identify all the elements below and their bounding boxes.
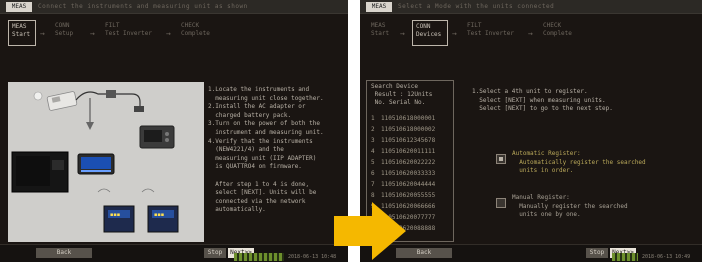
top-bar: MEAS Select a Mode with the units connec… [360, 0, 702, 14]
status-clock: 2018-06-13 10:49 [642, 254, 691, 260]
stop-button[interactable]: Stop [204, 248, 226, 258]
device-list-header: Search Device Result : 12Units No. Seria… [371, 83, 433, 106]
manual-register-checkbox[interactable] [496, 198, 506, 208]
step-devices: CONN Devices [412, 20, 448, 46]
step-setup: CONN Setup [55, 22, 74, 37]
connection-diagram-icon: ▪▪▪ ▪▪▪ [8, 82, 204, 242]
plug-icon [106, 90, 116, 98]
list-item[interactable]: 6 110510620033333 [371, 168, 449, 179]
top-bar: MEAS Connect the instruments and measuri… [0, 0, 348, 14]
list-item[interactable]: 2 110510618000002 [371, 124, 449, 135]
step-arrow-icon: → [528, 29, 533, 38]
blue-device-icon [77, 153, 115, 175]
status-clock: 2018-06-13 10:48 [288, 254, 337, 260]
automatic-register-label: Automatic Register: Automatically regist… [512, 150, 646, 175]
step-complete: CHECK Complete [543, 22, 572, 37]
step-arrow-icon: → [452, 29, 457, 38]
step-arrow-icon: → [40, 29, 45, 38]
title-tab[interactable]: MEAS [366, 2, 392, 12]
step-start: MEAS Start [8, 20, 36, 46]
register-instructions: 1.Select a 4th unit to register. Select … [472, 88, 613, 113]
header-message: Connect the instruments and measuring un… [38, 3, 248, 10]
step-arrow-icon: → [166, 29, 171, 38]
tablet-icon [11, 151, 69, 193]
step-start: MEAS Start [371, 22, 390, 37]
step-arrow-icon: → [90, 29, 95, 38]
setup-instructions: 1.Locate the instruments and measuring u… [208, 86, 324, 214]
automatic-register-checkbox[interactable] [496, 154, 506, 164]
instrument-icon [139, 125, 175, 149]
stop-button[interactable]: Stop [586, 248, 608, 258]
list-item[interactable]: 1 110510618000001 [371, 113, 449, 124]
measuring-unit-a-icon: ▪▪▪ [103, 205, 135, 233]
header-message: Select a Mode with the units connected [398, 3, 555, 10]
status-indicator [612, 253, 638, 261]
connection-illustration: ▪▪▪ ▪▪▪ [8, 82, 204, 242]
step-test: FILT Test Inverter [467, 22, 514, 37]
step-complete: CHECK Complete [181, 22, 210, 37]
step-test: FILT Test Inverter [105, 22, 152, 37]
title-tab[interactable]: MEAS [6, 2, 32, 12]
measuring-unit-b-icon: ▪▪▪ [147, 205, 179, 233]
left-screen: MEAS Connect the instruments and measuri… [0, 0, 348, 262]
status-indicator [234, 253, 284, 261]
option-automatic-register[interactable]: Automatic Register: Automatically regist… [496, 150, 696, 180]
transition-arrow-icon [334, 202, 406, 260]
option-manual-register[interactable]: Manual Register: Manually register the s… [496, 194, 696, 224]
list-item[interactable]: 3 110510612345678 [371, 135, 449, 146]
list-item[interactable]: 4 110510620011111 [371, 146, 449, 157]
svg-text:▪▪▪: ▪▪▪ [110, 212, 120, 218]
manual-register-label: Manual Register: Manually register the s… [512, 194, 628, 219]
svg-text:▪▪▪: ▪▪▪ [154, 212, 164, 218]
list-item[interactable]: 7 110510620044444 [371, 179, 449, 190]
list-item[interactable]: 5 110510620022222 [371, 157, 449, 168]
hand-icon [33, 91, 43, 101]
step-arrow-icon: → [400, 29, 405, 38]
right-screen: MEAS Select a Mode with the units connec… [360, 0, 702, 262]
back-button[interactable]: Back [36, 248, 92, 258]
